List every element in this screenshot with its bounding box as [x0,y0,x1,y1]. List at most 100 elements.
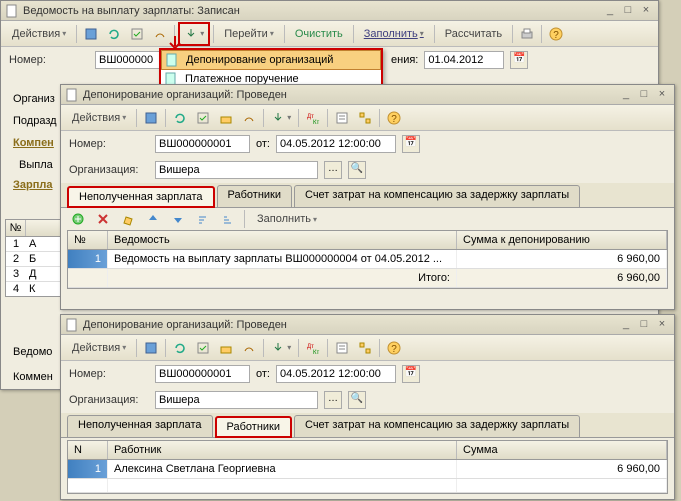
move-up-icon[interactable] [142,209,164,229]
num-label: Номер: [69,138,149,150]
maximize-button[interactable]: □ [620,4,636,18]
close-button[interactable]: × [638,4,654,18]
from-input[interactable] [276,365,396,383]
save-icon[interactable] [140,108,162,128]
search-icon[interactable]: 🔍 [348,161,366,179]
svg-text:?: ? [391,344,397,355]
window-title-1: Ведомость на выплату зарплаты: Записан [23,5,602,17]
print-icon[interactable] [516,24,538,44]
org-input[interactable] [155,161,318,179]
grid-fill-menu[interactable]: Заполнить▾ [250,209,324,229]
base-icon[interactable] [215,338,237,358]
org-label: Организация: [69,164,149,176]
import-icon[interactable]: ▾ [267,108,295,128]
sort-asc-icon[interactable] [192,209,214,229]
registry-icon[interactable] [331,108,353,128]
reread-icon[interactable] [169,108,191,128]
ved-cell: Ведомость на выплату зарплаты ВШ00000000… [108,250,457,268]
col-n: N [68,441,108,459]
help-icon[interactable]: ? [545,24,567,44]
num-input[interactable] [95,51,165,69]
help-icon[interactable]: ? [383,108,405,128]
tab-unpaid[interactable]: Неполученная зарплата [67,186,215,208]
import-icon[interactable]: ▾ [267,338,295,358]
from-input[interactable] [276,135,396,153]
select-icon[interactable]: … [324,161,342,179]
date-prefix: ения: [391,54,418,66]
doc-icon [165,53,179,67]
tab-workers[interactable]: Работники [217,185,292,207]
tab-workers[interactable]: Работники [215,416,292,438]
calendar-icon[interactable]: 📅 [402,365,420,383]
movements-icon[interactable] [238,338,260,358]
col-sum: Сумма к депонированию [457,231,667,249]
fill-menu[interactable]: Заполнить▾ [357,24,431,44]
table-row[interactable]: 1 Алексина Светлана Георгиевна 6 960,00 [68,460,667,479]
tab-cost-account[interactable]: Счет затрат на компенсацию за задержку з… [294,185,580,207]
dtkt-icon[interactable]: ДтКт [302,338,324,358]
sort-desc-icon[interactable] [217,209,239,229]
zarpl-link[interactable]: Зарпла [9,177,56,193]
base-icon[interactable] [215,108,237,128]
structure-icon[interactable] [354,338,376,358]
save-icon[interactable] [80,24,102,44]
dtkt-icon[interactable]: ДтКт [302,108,324,128]
calendar-icon[interactable]: 📅 [510,51,528,69]
goto-menu[interactable]: Перейти▾ [217,24,281,44]
table-row[interactable]: 1 Ведомость на выплату зарплаты ВШ000000… [68,250,667,269]
col-n: № [68,231,108,249]
titlebar-1: Ведомость на выплату зарплаты: Записан _… [1,1,658,21]
del-row-icon[interactable] [92,209,114,229]
from-label: от: [256,368,270,380]
post-icon[interactable] [192,108,214,128]
from-label: от: [256,138,270,150]
menu-item-deponirovanie[interactable]: Депонирование организаций [161,50,381,70]
maximize-button[interactable]: □ [636,318,652,332]
actions-menu[interactable]: Действия▾ [65,108,133,128]
toolbar-3: Действия▾ ▾ ДтКт ? [61,335,674,361]
toolbar-1: Действия▾ ▾ Перейти▾ Очистить Заполнить▾… [1,21,658,47]
registry-icon[interactable] [331,338,353,358]
movements-icon[interactable] [238,108,260,128]
comp-link[interactable]: Компен [9,135,58,151]
structure-icon[interactable] [354,108,376,128]
col-ved: Ведомость [108,231,457,249]
org-input[interactable] [155,391,318,409]
minimize-button[interactable]: _ [618,318,634,332]
save-icon[interactable] [140,338,162,358]
minimize-button[interactable]: _ [618,88,634,102]
num-input[interactable] [155,365,250,383]
edit-row-icon[interactable] [117,209,139,229]
tab-unpaid[interactable]: Неполученная зарплата [67,415,213,437]
doc-icon [65,318,79,332]
svg-text:Кт: Кт [313,120,319,125]
actions-menu[interactable]: Действия▾ [5,24,73,44]
sub-label: Подразд [9,113,61,129]
date-input[interactable] [424,51,504,69]
num-input[interactable] [155,135,250,153]
calc-button[interactable]: Рассчитать [438,24,509,44]
post-icon[interactable] [192,338,214,358]
side-row: 1 [6,237,26,251]
close-button[interactable]: × [654,88,670,102]
move-down-icon[interactable] [167,209,189,229]
reread-icon[interactable] [169,338,191,358]
close-button[interactable]: × [654,318,670,332]
add-row-icon[interactable] [67,209,89,229]
post-icon[interactable] [126,24,148,44]
calendar-icon[interactable]: 📅 [402,135,420,153]
select-icon[interactable]: … [324,391,342,409]
reread-icon[interactable] [103,24,125,44]
import-icon[interactable]: ▾ [180,24,208,44]
help-icon[interactable]: ? [383,338,405,358]
tab-cost-account[interactable]: Счет затрат на компенсацию за задержку з… [294,415,580,437]
table-total-row: Итого: 6 960,00 [68,269,667,288]
actions-menu[interactable]: Действия▾ [65,338,133,358]
side-row: 2 [6,252,26,266]
pay-label: Выпла [15,157,57,173]
minimize-button[interactable]: _ [602,4,618,18]
doc-icon [65,88,79,102]
maximize-button[interactable]: □ [636,88,652,102]
search-icon[interactable]: 🔍 [348,391,366,409]
clear-button[interactable]: Очистить [288,24,350,44]
